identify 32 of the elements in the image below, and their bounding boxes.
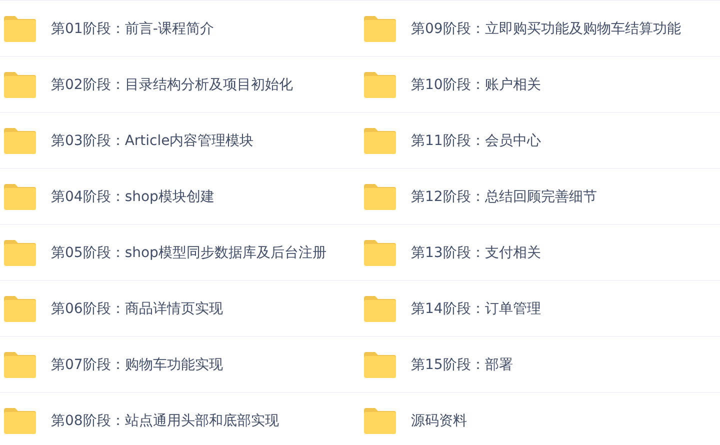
folder-icon bbox=[364, 128, 396, 154]
folder-icon bbox=[4, 184, 36, 210]
folder-name[interactable]: 第13阶段：支付相关 bbox=[411, 244, 541, 262]
folder-icon bbox=[364, 408, 396, 434]
folder-name[interactable]: 第03阶段：Article内容管理模块 bbox=[51, 132, 254, 150]
folder-name[interactable]: 第08阶段：站点通用头部和底部实现 bbox=[51, 412, 279, 430]
folder-name[interactable]: 第05阶段：shop模型同步数据库及后台注册 bbox=[51, 244, 326, 262]
folder-name[interactable]: 第01阶段：前言-课程简介 bbox=[51, 20, 214, 38]
folder-icon bbox=[364, 16, 396, 42]
folder-icon bbox=[4, 16, 36, 42]
folder-name[interactable]: 第09阶段：立即购买功能及购物车结算功能 bbox=[411, 20, 681, 38]
folder-icon bbox=[4, 352, 36, 378]
folder-name[interactable]: 第14阶段：订单管理 bbox=[411, 300, 541, 318]
folder-icon bbox=[4, 240, 36, 266]
folder-icon bbox=[364, 296, 396, 322]
folder-name[interactable]: 第04阶段：shop模块创建 bbox=[51, 188, 214, 206]
folder-icon bbox=[4, 408, 36, 434]
folder-name[interactable]: 第10阶段：账户相关 bbox=[411, 76, 541, 94]
folder-name[interactable]: 第15阶段：部署 bbox=[411, 356, 513, 374]
folder-name[interactable]: 第12阶段：总结回顾完善细节 bbox=[411, 188, 597, 206]
folder-icon bbox=[4, 72, 36, 98]
folder-name[interactable]: 第07阶段：购物车功能实现 bbox=[51, 356, 223, 374]
folder-icon bbox=[364, 352, 396, 378]
folder-icon bbox=[4, 128, 36, 154]
folder-icon bbox=[364, 184, 396, 210]
folder-icon bbox=[364, 240, 396, 266]
folder-name[interactable]: 第02阶段：目录结构分析及项目初始化 bbox=[51, 76, 293, 94]
folder-name[interactable]: 源码资料 bbox=[411, 412, 467, 430]
folder-name[interactable]: 第11阶段：会员中心 bbox=[411, 132, 541, 150]
folder-name[interactable]: 第06阶段：商品详情页实现 bbox=[51, 300, 223, 318]
folder-icon bbox=[4, 296, 36, 322]
folder-icon bbox=[364, 72, 396, 98]
